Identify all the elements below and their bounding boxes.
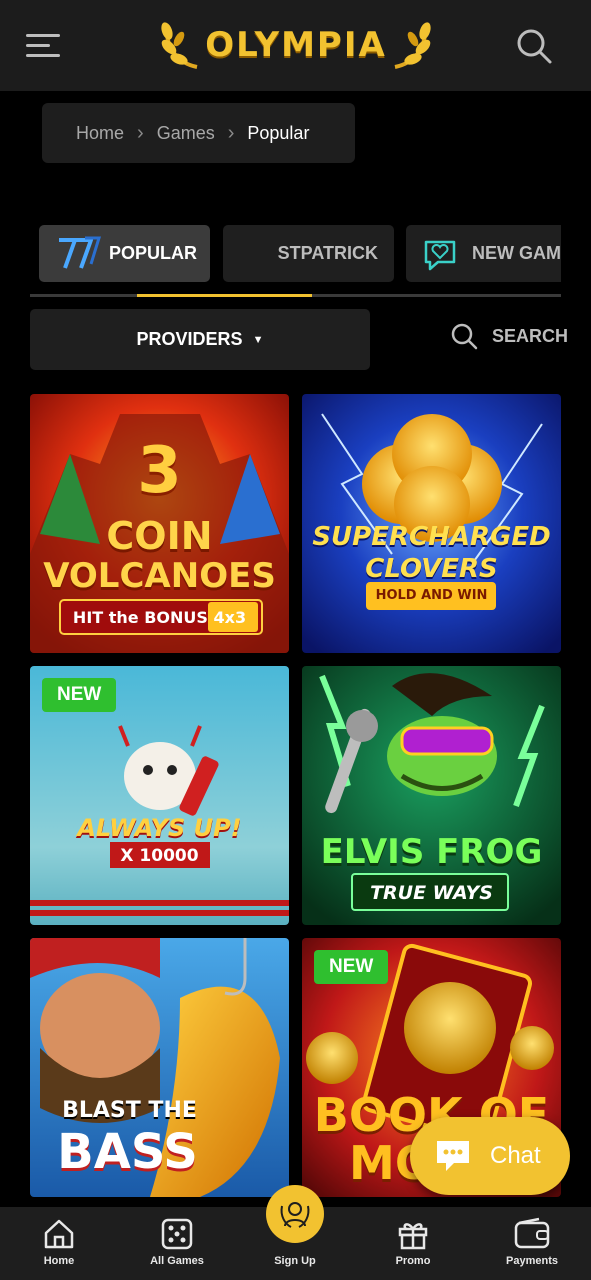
- game-tile-supercharged-clovers[interactable]: SUPERCHARGED CLOVERS HOLD AND WIN: [302, 394, 561, 653]
- breadcrumb-games[interactable]: Games: [157, 123, 215, 144]
- dice-icon: [161, 1218, 193, 1250]
- search-icon: [451, 323, 478, 350]
- providers-dropdown[interactable]: PROVIDERS ▼: [30, 309, 370, 370]
- search-label: SEARCH: [492, 325, 569, 346]
- chat-bubble-icon: [437, 1141, 469, 1171]
- breadcrumb-home[interactable]: Home: [76, 123, 124, 144]
- game-tile-always-up[interactable]: NEW ALWAYS UP! X 10000: [30, 666, 289, 925]
- game-title-line3: VOLCANOES: [43, 556, 276, 596]
- laurel-right-icon: [394, 22, 431, 69]
- laurel-user-icon: [280, 1202, 310, 1228]
- nav-home[interactable]: Home: [4, 1207, 114, 1280]
- game-title-line1: BLAST THE: [62, 1098, 197, 1123]
- badge-new: NEW: [314, 950, 389, 984]
- search-icon[interactable]: [514, 26, 554, 66]
- game-tile-elvis-frog[interactable]: ELVIS FROG TRUE WAYS: [302, 666, 561, 925]
- game-title-line2: BASS: [57, 1124, 198, 1180]
- game-title-line2: COIN: [106, 514, 213, 558]
- providers-label: PROVIDERS: [136, 329, 243, 349]
- gift-icon: [398, 1223, 428, 1250]
- chat-button[interactable]: Chat: [410, 1117, 570, 1195]
- game-title-line1: ALWAYS UP!: [77, 814, 242, 842]
- nav-label: Payments: [506, 1255, 558, 1267]
- olympia-logo[interactable]: OLYMPIA: [146, 14, 446, 76]
- nav-label-sign-up[interactable]: Sign Up: [240, 1255, 350, 1267]
- game-title-line1: SUPERCHARGED: [312, 522, 551, 552]
- tab-label: POPULAR: [109, 243, 198, 263]
- top-header: OLYMPIA: [0, 0, 591, 91]
- game-title-line1: ELVIS FROG: [320, 832, 543, 872]
- badge-new: NEW: [42, 678, 117, 712]
- tab-popular[interactable]: POPULAR: [39, 225, 210, 282]
- logo-text: OLYMPIA: [205, 25, 387, 65]
- sign-up-button[interactable]: [266, 1185, 324, 1243]
- game-subtitle: HOLD AND WIN: [375, 588, 488, 603]
- wallet-icon: [514, 1217, 550, 1249]
- search-games-button[interactable]: SEARCH: [450, 322, 568, 350]
- game-tile-blast-the-bass[interactable]: BLAST THE BASS: [30, 938, 289, 1197]
- tab-new-games[interactable]: NEW GAME: [406, 225, 561, 282]
- sevens-icon: [59, 236, 102, 269]
- tab-label: NEW GAME: [472, 243, 561, 263]
- game-title-number: 3: [137, 434, 182, 508]
- game-tile-3-coin-volcanoes[interactable]: 3 COIN VOLCANOES HIT the BONUS 4x3: [30, 394, 289, 653]
- chevron-right-icon: ›: [137, 121, 144, 144]
- nav-payments[interactable]: Payments: [477, 1207, 587, 1280]
- nav-label: Promo: [395, 1255, 431, 1267]
- tab-label: STPATRICK: [277, 243, 378, 263]
- category-tabs: POPULAR STPATRICK NEW GAME: [30, 225, 561, 283]
- nav-promo[interactable]: Promo: [358, 1207, 468, 1280]
- laurel-left-icon: [161, 22, 198, 69]
- home-icon: [44, 1219, 74, 1249]
- caret-down-icon: ▼: [252, 333, 264, 346]
- nav-all-games[interactable]: All Games: [122, 1207, 232, 1280]
- heart-chat-icon: [424, 240, 456, 270]
- breadcrumb-current: Popular: [247, 122, 310, 143]
- game-subtitle: HIT the BONUS 4x3: [72, 608, 247, 627]
- nav-label: Home: [43, 1255, 75, 1267]
- tab-stpatrick[interactable]: STPATRICK: [223, 225, 394, 282]
- nav-label: All Games: [150, 1255, 204, 1267]
- tabs-active-indicator: [137, 294, 312, 297]
- game-subtitle: TRUE WAYS: [370, 882, 493, 904]
- breadcrumb: Home › Games › Popular: [42, 103, 355, 163]
- chat-label: Chat: [490, 1142, 541, 1169]
- game-subtitle: X 10000: [120, 846, 199, 866]
- chevron-right-icon: ›: [227, 121, 235, 144]
- game-title-line2: CLOVERS: [365, 554, 498, 584]
- hamburger-menu-icon[interactable]: [26, 34, 60, 58]
